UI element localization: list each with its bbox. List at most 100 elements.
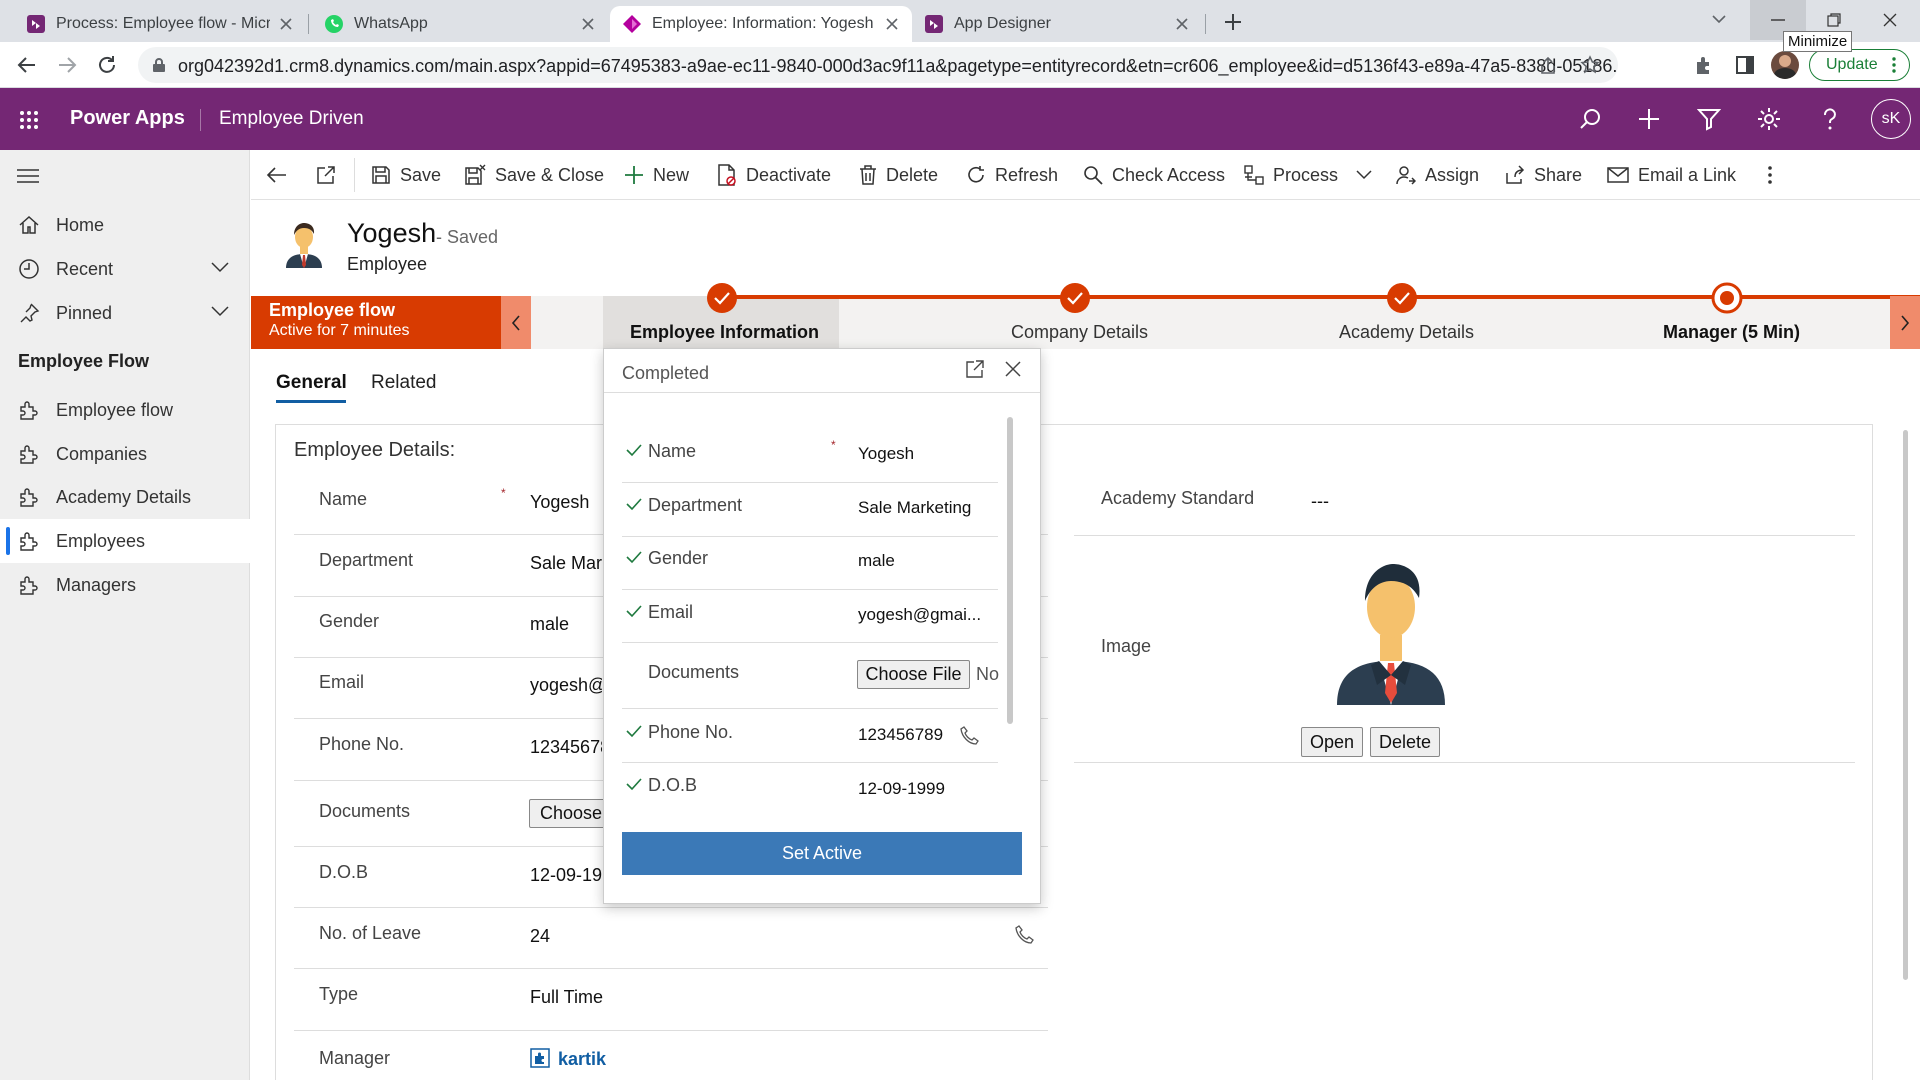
- close-tab-icon[interactable]: [884, 16, 900, 32]
- flyout-value-department[interactable]: Sale Marketing: [858, 498, 971, 518]
- page-scrollbar[interactable]: [1903, 430, 1908, 980]
- open-new-window-icon[interactable]: [316, 165, 336, 185]
- close-tab-icon[interactable]: [278, 16, 294, 32]
- stage-label[interactable]: Academy Details: [1339, 322, 1474, 343]
- bpf-flow-panel[interactable]: Employee flow Active for 7 minutes: [251, 296, 501, 349]
- address-bar[interactable]: org042392d1.crm8.dynamics.com/main.aspx?…: [138, 47, 1618, 83]
- field-value-leave[interactable]: 24: [530, 926, 550, 947]
- field-value-manager-link[interactable]: kartik: [558, 1049, 606, 1070]
- field-value-department[interactable]: Sale Marketing: [530, 553, 602, 574]
- flyout-value-gender[interactable]: male: [858, 551, 895, 571]
- restore-icon[interactable]: [1826, 12, 1842, 28]
- save-close-button[interactable]: Save & Close: [464, 150, 604, 200]
- gear-icon[interactable]: [1757, 107, 1781, 131]
- refresh-button[interactable]: Refresh: [966, 150, 1058, 200]
- flyout-value-dob[interactable]: 12-09-1999: [858, 779, 945, 799]
- field-value-type[interactable]: Full Time: [530, 987, 603, 1008]
- save-button[interactable]: Save: [371, 150, 441, 200]
- filter-icon[interactable]: [1697, 107, 1721, 131]
- user-avatar[interactable]: sK: [1871, 99, 1911, 139]
- browser-tab-app-designer[interactable]: App Designer: [912, 6, 1202, 42]
- forward-arrow-icon[interactable]: [56, 54, 78, 76]
- chevron-down-icon[interactable]: [210, 261, 230, 273]
- field-value-academy-standard[interactable]: ---: [1311, 491, 1329, 512]
- side-panel-icon[interactable]: [1735, 55, 1755, 75]
- field-value-dob[interactable]: 12-09-1999: [530, 865, 602, 886]
- browser-tab-employee[interactable]: Employee: Information: Yogesh - Power Ap…: [610, 6, 912, 42]
- bpf-next-button[interactable]: [1890, 296, 1920, 349]
- tab-general[interactable]: General: [276, 372, 347, 394]
- choose-file-button[interactable]: Choose File: [529, 799, 607, 828]
- check-access-button[interactable]: Check Access: [1083, 150, 1225, 200]
- browser-tab-process[interactable]: Process: Employee flow - Microsoft: [14, 6, 306, 42]
- close-icon[interactable]: [1004, 360, 1022, 378]
- deactivate-button[interactable]: Deactivate: [717, 150, 831, 200]
- hamburger-menu-icon[interactable]: [17, 168, 39, 184]
- deactivate-icon: [718, 164, 736, 186]
- assign-button[interactable]: Assign: [1396, 150, 1479, 200]
- bookmark-star-icon[interactable]: [1580, 55, 1600, 75]
- open-image-button[interactable]: Open: [1301, 727, 1363, 757]
- delete-button[interactable]: Delete: [859, 150, 938, 200]
- back-arrow-icon[interactable]: [266, 165, 288, 185]
- field-value-gender[interactable]: male: [530, 614, 602, 635]
- nav-pinned[interactable]: Pinned: [0, 291, 250, 335]
- stage-complete-check-icon[interactable]: [706, 282, 738, 314]
- nav-employees[interactable]: Employees: [0, 519, 250, 563]
- save-status: - Saved: [436, 227, 499, 247]
- stage-complete-check-icon[interactable]: [1386, 282, 1418, 314]
- plus-icon[interactable]: [1637, 107, 1661, 131]
- new-tab-plus-icon[interactable]: [1222, 11, 1244, 33]
- flyout-value-phone[interactable]: 123456789: [858, 725, 943, 745]
- back-arrow-icon[interactable]: [16, 54, 38, 76]
- nav-employee-flow[interactable]: Employee flow: [0, 388, 250, 432]
- more-commands-icon[interactable]: [1768, 165, 1772, 185]
- stage-complete-check-icon[interactable]: [1059, 282, 1091, 314]
- nav-recent[interactable]: Recent: [0, 247, 250, 291]
- field-value-name[interactable]: Yogesh: [530, 492, 602, 513]
- stage-label[interactable]: Employee Information: [630, 322, 819, 343]
- nav-academy-details[interactable]: Academy Details: [0, 475, 250, 519]
- app-title[interactable]: Power Apps: [70, 107, 185, 130]
- share-page-icon[interactable]: [1538, 56, 1558, 76]
- stage-active-target-icon[interactable]: [1711, 282, 1743, 314]
- field-value-email[interactable]: yogesh@gmail.com: [530, 675, 602, 696]
- phone-icon[interactable]: [1015, 925, 1035, 945]
- chevron-down-icon[interactable]: [210, 305, 230, 317]
- phone-icon[interactable]: [960, 726, 980, 746]
- stage-label[interactable]: Company Details: [1011, 322, 1148, 343]
- tab-related[interactable]: Related: [371, 372, 437, 394]
- environment-name[interactable]: Employee Driven: [219, 108, 364, 130]
- minimize-icon: [1771, 19, 1785, 21]
- flyout-value-name[interactable]: Yogesh: [858, 444, 914, 464]
- share-button[interactable]: Share: [1505, 150, 1582, 200]
- reload-icon[interactable]: [96, 54, 118, 76]
- process-button[interactable]: Process: [1244, 150, 1381, 200]
- delete-image-button[interactable]: Delete: [1370, 727, 1440, 757]
- flyout-value-email[interactable]: yogesh@gmai...: [858, 605, 981, 625]
- window-close-icon[interactable]: [1882, 12, 1898, 28]
- update-button[interactable]: Update: [1809, 49, 1910, 81]
- set-active-button[interactable]: Set Active: [622, 832, 1022, 875]
- profile-avatar[interactable]: [1771, 51, 1799, 79]
- stage-label[interactable]: Manager (5 Min): [1663, 322, 1800, 343]
- help-icon[interactable]: [1818, 107, 1842, 131]
- waffle-icon[interactable]: [19, 110, 39, 130]
- assign-person-icon: [1396, 166, 1416, 185]
- search-icon[interactable]: [1578, 107, 1602, 131]
- close-tab-icon[interactable]: [1174, 16, 1190, 32]
- email-link-button[interactable]: Email a Link: [1607, 150, 1736, 200]
- browser-tab-whatsapp[interactable]: WhatsApp: [312, 6, 608, 42]
- nav-home[interactable]: Home: [0, 203, 250, 247]
- bpf-prev-button[interactable]: [501, 296, 531, 349]
- field-value-phone[interactable]: 123456789: [530, 737, 602, 758]
- flyout-choose-file-button[interactable]: Choose File: [857, 660, 970, 689]
- nav-managers[interactable]: Managers: [0, 563, 250, 607]
- extensions-puzzle-icon[interactable]: [1693, 54, 1715, 76]
- tab-search-chevron-icon[interactable]: [1710, 12, 1728, 26]
- close-tab-icon[interactable]: [580, 16, 596, 32]
- nav-companies[interactable]: Companies: [0, 432, 250, 476]
- flyout-dock-icon[interactable]: [966, 360, 984, 378]
- flyout-scrollbar[interactable]: [1007, 417, 1013, 724]
- new-button[interactable]: New: [624, 150, 689, 200]
